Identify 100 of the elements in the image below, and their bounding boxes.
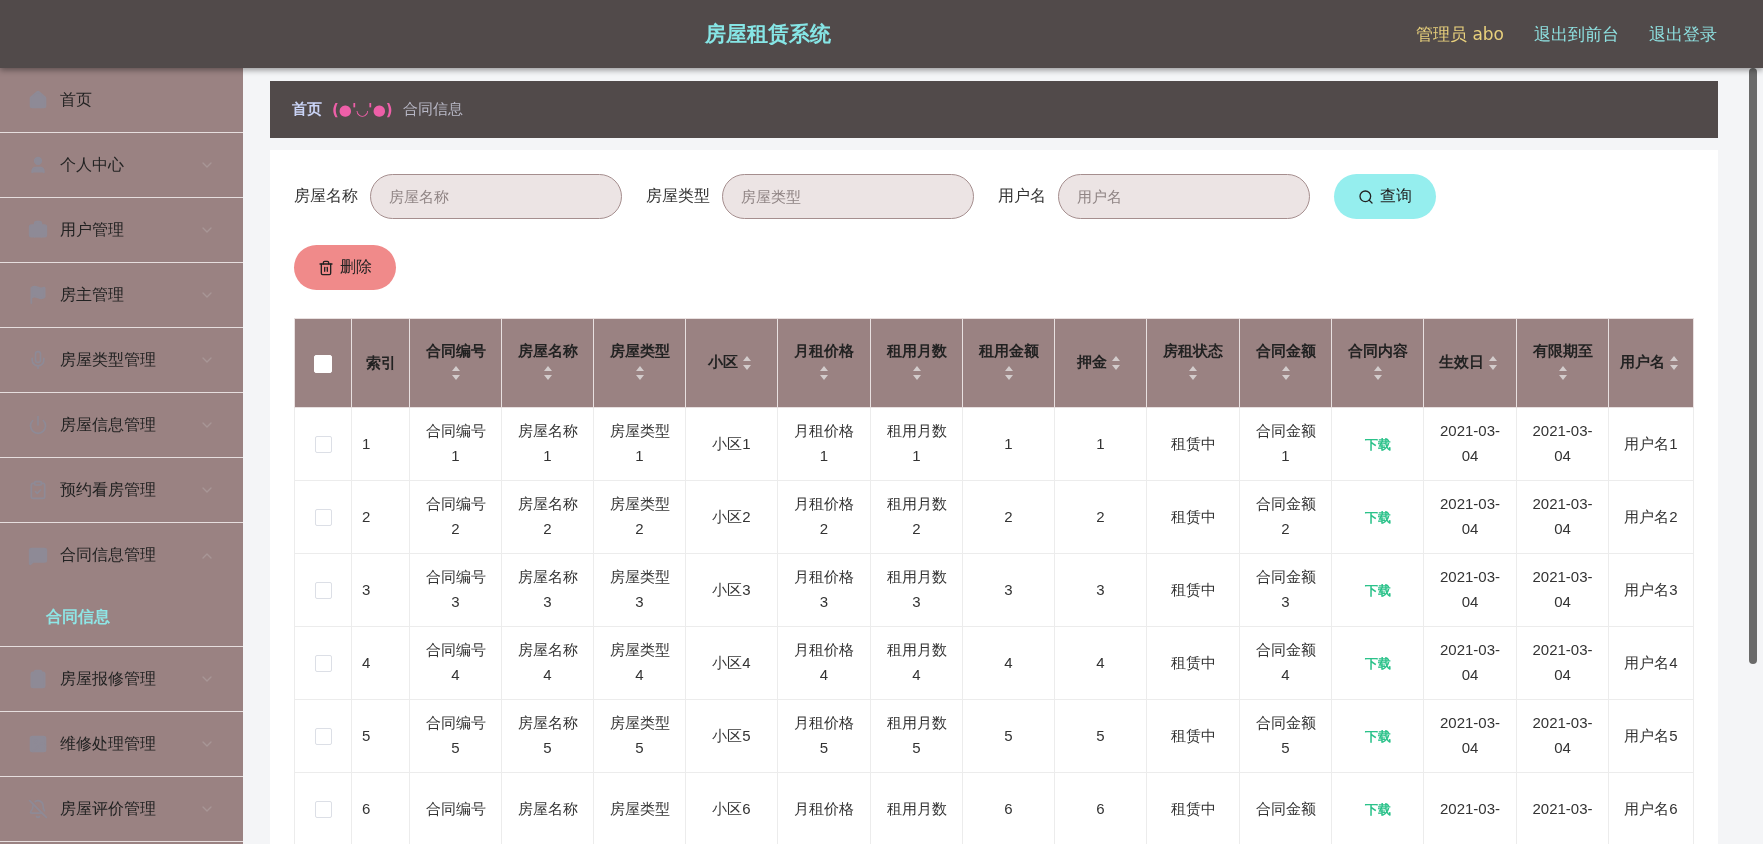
table-cell: 房屋类型4 — [593, 626, 686, 700]
column-header[interactable]: 生效日 — [1423, 318, 1517, 408]
table-cell: 房屋类型3 — [593, 553, 686, 627]
sort-icon[interactable] — [741, 355, 752, 371]
row-checkbox[interactable] — [314, 582, 332, 600]
sort-icon[interactable] — [1487, 355, 1498, 371]
row-checkbox[interactable] — [314, 655, 332, 673]
app-title: 房屋租赁系统 — [704, 21, 832, 48]
sort-icon[interactable] — [1188, 364, 1198, 381]
column-header[interactable]: 租用月数 — [870, 318, 963, 408]
table-cell: 2021-03-04 — [1423, 699, 1517, 773]
sort-icon[interactable] — [1557, 364, 1568, 381]
column-header[interactable]: 合同编号 — [409, 318, 502, 408]
sort-icon[interactable] — [1280, 364, 1291, 381]
row-checkbox[interactable] — [314, 728, 332, 746]
sort-icon[interactable] — [1003, 364, 1014, 381]
delete-button[interactable]: 删除 — [294, 245, 396, 290]
table-cell: 房屋名称5 — [501, 699, 594, 773]
column-header[interactable]: 用户名 — [1608, 318, 1694, 408]
sidebar-item[interactable]: 维修处理管理 — [0, 712, 243, 777]
table-cell: 用户名2 — [1608, 480, 1694, 554]
sort-icon[interactable] — [911, 364, 922, 381]
column-header[interactable]: 房屋名称 — [501, 318, 594, 408]
column-header[interactable]: 押金 — [1054, 318, 1147, 408]
table-cell: 用户名1 — [1608, 407, 1694, 481]
table-cell: 租赁中 — [1146, 699, 1240, 773]
search-button[interactable]: 查询 — [1334, 174, 1436, 219]
sort-icon[interactable] — [450, 364, 461, 381]
row-checkbox[interactable] — [314, 509, 332, 527]
header-link[interactable]: 退出登录 — [1649, 22, 1717, 46]
download-link[interactable]: 下载 — [1364, 655, 1391, 671]
table-cell: 租赁中 — [1146, 626, 1240, 700]
table-cell: 小区1 — [685, 407, 778, 481]
select-all-checkbox[interactable] — [314, 354, 332, 373]
sidebar-item[interactable]: 房屋信息管理 — [0, 393, 243, 458]
download-link[interactable]: 下载 — [1364, 801, 1391, 817]
row-checkbox[interactable] — [314, 801, 332, 819]
table-cell: 房屋名称2 — [501, 480, 594, 554]
sidebar-item[interactable]: 用户管理 — [0, 198, 243, 263]
column-header[interactable]: 月租价格 — [777, 318, 871, 408]
breadcrumb-home[interactable]: 首页 — [292, 100, 322, 119]
table-cell: 4 — [1054, 626, 1147, 700]
table-cell: 合同金额2 — [1239, 480, 1332, 554]
table-cell: 租用月数3 — [870, 553, 963, 627]
column-header[interactable]: 房租状态 — [1146, 318, 1240, 408]
search-field[interactable]: 房屋类型 — [722, 174, 974, 219]
column-header[interactable]: 小区 — [685, 318, 778, 408]
table-cell: 2 — [351, 480, 410, 554]
column-header[interactable]: 索引 — [351, 318, 410, 408]
sidebar-item[interactable]: 房屋报修管理 — [0, 647, 243, 712]
breadcrumb-current: 合同信息 — [402, 100, 463, 119]
sidebar-item[interactable]: 房屋类型管理 — [0, 328, 243, 393]
download-link[interactable]: 下载 — [1364, 509, 1391, 525]
table-cell: 房屋类型1 — [593, 407, 686, 481]
sidebar-subitem[interactable]: 合同信息 — [0, 588, 243, 646]
sort-icon[interactable] — [1372, 364, 1383, 381]
table-cell: 2021-03-04 — [1516, 407, 1609, 481]
table-cell: 2021-03-04 — [1516, 553, 1609, 627]
search-icon — [1358, 188, 1374, 205]
sidebar-item[interactable]: 首页 — [0, 68, 243, 133]
column-header[interactable]: 租用金额 — [962, 318, 1055, 408]
table-cell: 月租价格1 — [777, 407, 871, 481]
sort-icon[interactable] — [819, 364, 829, 381]
table-cell: 租赁中 — [1146, 480, 1240, 554]
table-cell: 2021-03-04 — [1423, 480, 1517, 554]
table-cell: 房屋类型2 — [593, 480, 686, 554]
search-field[interactable]: 用户名 — [1058, 174, 1310, 219]
column-header[interactable]: 房屋类型 — [593, 318, 686, 408]
search-field[interactable]: 房屋名称 — [370, 174, 622, 219]
sidebar-item[interactable]: 房主管理 — [0, 263, 243, 328]
download-link[interactable]: 下载 — [1364, 728, 1391, 744]
table-cell: 4 — [351, 626, 410, 700]
sort-icon[interactable] — [542, 364, 553, 381]
sidebar-item[interactable]: 个人中心 — [0, 133, 243, 198]
table-cell: 2021-03-04 — [1423, 553, 1517, 627]
table-cell: 小区2 — [685, 480, 778, 554]
table-cell: 租用月数2 — [870, 480, 963, 554]
row-checkbox[interactable] — [314, 436, 332, 454]
download-link[interactable]: 下载 — [1364, 582, 1391, 598]
table-cell: 5 — [962, 699, 1055, 773]
column-header[interactable]: 有限期至 — [1516, 318, 1609, 408]
sort-icon[interactable] — [634, 364, 645, 381]
sort-icon[interactable] — [1110, 355, 1121, 371]
table-cell: 1 — [1054, 407, 1147, 481]
table-cell: 合同编号3 — [409, 553, 502, 627]
header-link[interactable]: 退出到前台 — [1534, 22, 1619, 46]
download-link[interactable]: 下载 — [1364, 436, 1391, 452]
sort-icon[interactable] — [1668, 355, 1679, 371]
sidebar-item[interactable]: 预约看房管理 — [0, 458, 243, 523]
table-cell: 房屋名称1 — [501, 407, 594, 481]
column-header[interactable]: 合同内容 — [1331, 318, 1424, 408]
table-cell: 5 — [1054, 699, 1147, 773]
column-header[interactable]: 合同金额 — [1239, 318, 1332, 408]
sidebar-item[interactable]: 房屋评价管理 — [0, 777, 243, 842]
trash-icon — [318, 259, 334, 276]
table-cell: 2021-03-04 — [1423, 626, 1517, 700]
sidebar-item[interactable]: 合同信息管理 — [0, 523, 243, 588]
table-cell: 合同编号4 — [409, 626, 502, 700]
scrollbar[interactable] — [1749, 68, 1757, 664]
table-cell: 小区5 — [685, 699, 778, 773]
